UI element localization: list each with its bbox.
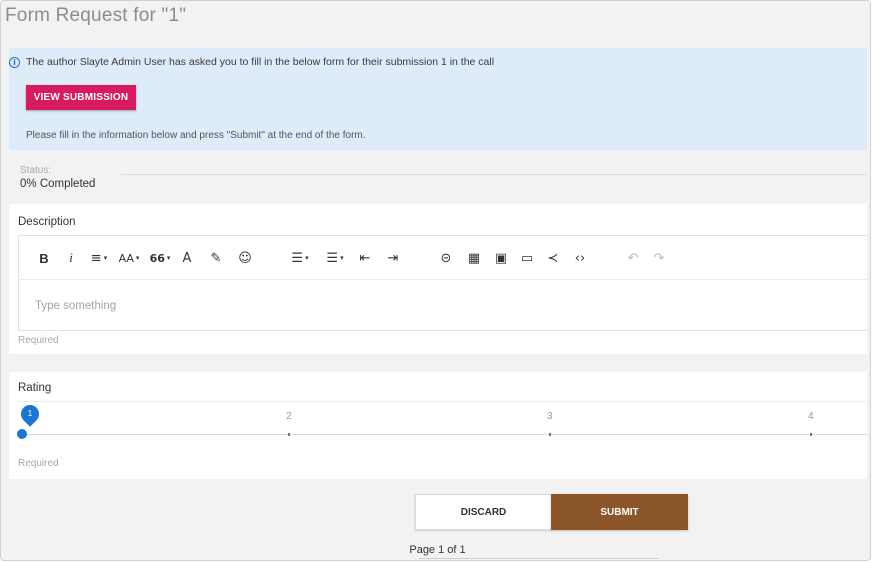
description-card: Description B i ≡▾ AA▾ 66▾ A ✎ ☺ ☰▾ xyxy=(9,204,867,354)
quote-icon: 66 xyxy=(149,251,165,265)
slider-tick-label: 4 xyxy=(808,411,814,422)
status-value: 0% Completed xyxy=(20,178,96,190)
info-message: The author Slayte Admin User has asked y… xyxy=(26,56,495,68)
slider-tick-mark xyxy=(549,433,551,436)
editor-toolbar: B i ≡ ▾ AA ▾ 66 ▾ A ✎ ☺ ☰ ▾ ☰ ▾ ⇤ ⇥ ⊝ ▦ … xyxy=(19,236,867,280)
status-divider xyxy=(121,174,867,175)
bullet-list-icon: ☰ xyxy=(291,250,304,266)
status-label: Status: xyxy=(20,165,52,176)
slider-thumb[interactable] xyxy=(17,429,27,439)
highlight-icon[interactable]: ✎ xyxy=(209,248,223,268)
chevron-down-icon: ▾ xyxy=(305,254,309,262)
image-icon[interactable]: ▣ xyxy=(493,248,509,268)
form-request-page: Form Request for "1" i The author Slayte… xyxy=(0,0,871,561)
slider-tick-mark xyxy=(288,433,290,436)
chevron-down-icon: ▾ xyxy=(340,254,344,262)
emoji-icon[interactable]: ☺ xyxy=(237,248,253,268)
chevron-down-icon: ▾ xyxy=(103,254,108,262)
chevron-down-icon: ▾ xyxy=(135,254,140,262)
slider-tick-label: 3 xyxy=(547,411,553,422)
slider-track[interactable] xyxy=(18,434,867,435)
align-icon: ≡ xyxy=(90,250,102,266)
rating-label: Rating xyxy=(18,382,52,394)
numbered-list-icon: ☰ xyxy=(326,250,339,266)
slider-tick-label: 2 xyxy=(286,411,292,422)
italic-button[interactable]: i xyxy=(65,248,77,268)
discard-button[interactable]: DISCARD xyxy=(415,494,552,530)
indent-icon[interactable]: ⇥ xyxy=(385,248,401,268)
page-title: Form Request for "1" xyxy=(5,5,187,26)
bold-button[interactable]: B xyxy=(37,248,51,268)
info-message-row: i The author Slayte Admin User has asked… xyxy=(9,56,494,68)
quote-dropdown[interactable]: 66 ▾ xyxy=(147,248,173,268)
code-icon[interactable]: ‹› xyxy=(571,248,589,268)
description-label: Description xyxy=(18,216,76,228)
slider-divider xyxy=(18,401,867,402)
bullet-list-dropdown[interactable]: ☰ ▾ xyxy=(287,248,313,268)
video-icon[interactable]: ▭ xyxy=(519,248,535,268)
font-color-icon[interactable]: A xyxy=(180,248,194,268)
slider-tick-mark xyxy=(810,433,812,436)
rich-text-editor: B i ≡ ▾ AA ▾ 66 ▾ A ✎ ☺ ☰ ▾ ☰ ▾ ⇤ ⇥ ⊝ ▦ … xyxy=(18,235,867,331)
submit-button[interactable]: SUBMIT xyxy=(551,494,688,530)
pager-divider xyxy=(419,558,659,559)
rating-required-note: Required xyxy=(18,458,59,469)
table-icon[interactable]: ▦ xyxy=(466,248,482,268)
chevron-down-icon: ▾ xyxy=(166,254,171,262)
numbered-list-dropdown[interactable]: ☰ ▾ xyxy=(322,248,348,268)
redo-icon[interactable]: ↷ xyxy=(651,248,667,268)
info-hint: Please fill in the information below and… xyxy=(26,130,366,141)
page-indicator: Page 1 of 1 xyxy=(409,544,466,556)
font-size-icon: AA xyxy=(118,251,134,265)
outdent-icon[interactable]: ⇤ xyxy=(357,248,373,268)
view-submission-button[interactable]: VIEW SUBMISSION xyxy=(26,85,136,110)
slider-value-label: 1 xyxy=(27,409,33,418)
align-dropdown[interactable]: ≡ ▾ xyxy=(87,248,111,268)
link-icon[interactable]: ⊝ xyxy=(437,248,455,268)
rating-card: Rating 2 3 4 1 Required xyxy=(9,372,867,479)
description-required-note: Required xyxy=(18,335,59,346)
rating-slider[interactable]: 2 3 4 1 xyxy=(17,401,867,441)
font-size-dropdown[interactable]: AA ▾ xyxy=(116,248,142,268)
info-icon: i xyxy=(9,56,20,68)
share-icon[interactable]: ≺ xyxy=(545,248,561,268)
undo-icon[interactable]: ↶ xyxy=(625,248,641,268)
editor-placeholder[interactable]: Type something xyxy=(35,300,116,312)
info-banner: i The author Slayte Admin User has asked… xyxy=(9,48,867,150)
